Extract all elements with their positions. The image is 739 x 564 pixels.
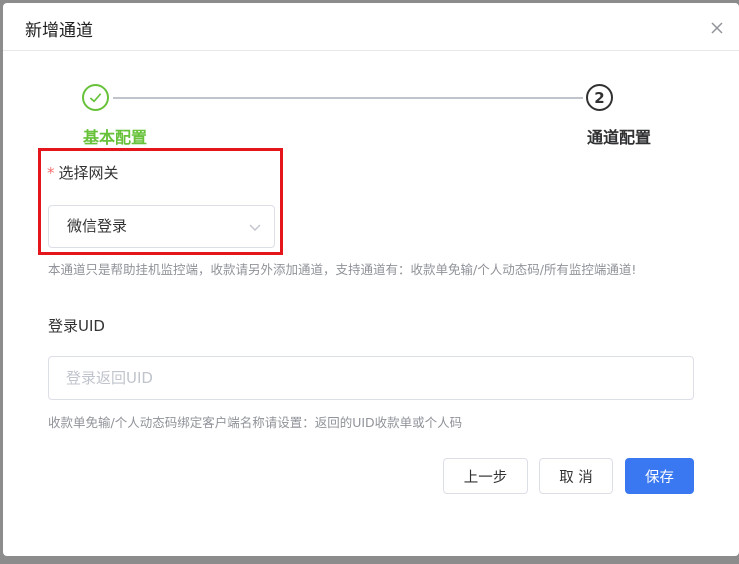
steps-indicator: 2 基本配置 通道配置 <box>3 81 739 151</box>
step-1-label: 基本配置 <box>83 128 148 147</box>
cancel-button[interactable]: 取 消 <box>539 458 613 494</box>
step-1-circle <box>82 84 109 111</box>
uid-label: 登录UID <box>48 317 105 335</box>
uid-input[interactable] <box>48 356 694 400</box>
chevron-down-icon <box>249 224 261 231</box>
gateway-label: * 选择网关 <box>47 162 119 183</box>
gateway-label-text: 选择网关 <box>58 164 119 182</box>
gateway-select-value: 微信登录 <box>67 217 128 235</box>
dialog-title: 新增通道 <box>25 21 93 41</box>
check-icon <box>89 93 102 103</box>
required-mark: * <box>47 164 55 182</box>
add-channel-dialog: 新增通道 2 基本配置 通道配置 * 选择网关 微信登录 本通道只是帮助挂机监控端… <box>3 3 739 556</box>
gateway-select[interactable]: 微信登录 <box>48 205 275 248</box>
uid-hint: 收款单免输/个人动态码绑定客户端名称请设置：返回的UID收款单或个人码 <box>48 415 463 430</box>
close-icon[interactable] <box>709 20 725 36</box>
step-2-label: 通道配置 <box>587 128 652 147</box>
step-connector <box>113 97 583 99</box>
save-button[interactable]: 保存 <box>625 458 694 494</box>
gateway-hint: 本通道只是帮助挂机监控端，收款请另外添加通道，支持通道有：收款单免输/个人动态码… <box>48 262 637 277</box>
step-2-circle: 2 <box>586 84 613 111</box>
prev-step-button[interactable]: 上一步 <box>443 458 528 494</box>
dialog-header: 新增通道 <box>3 3 739 51</box>
